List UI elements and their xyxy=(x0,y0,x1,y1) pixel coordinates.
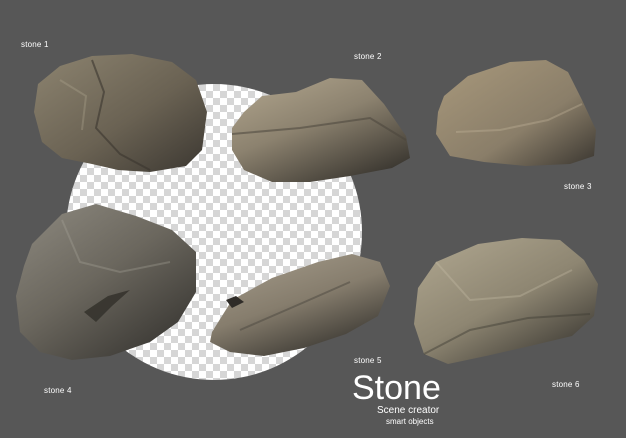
stones-layer xyxy=(16,54,598,364)
stone-3-image xyxy=(436,60,596,166)
stone-5-image xyxy=(210,254,390,356)
stone-2-image xyxy=(231,78,410,182)
stone-2-label: stone 2 xyxy=(354,52,382,61)
stone-1-label: stone 1 xyxy=(21,40,49,49)
stone-1-image xyxy=(34,54,207,172)
stone-4-image xyxy=(16,204,196,360)
brand-subtitle: Scene creator xyxy=(377,405,440,416)
stone-4-label: stone 4 xyxy=(44,386,72,395)
brand-title: Stone xyxy=(352,369,441,407)
product-canvas: stone 1 stone 2 stone 3 stone 4 stone 5 … xyxy=(0,0,626,438)
stone-6-image xyxy=(414,238,598,364)
brand-tagline: smart objects xyxy=(386,417,434,426)
stone-5-label: stone 5 xyxy=(354,356,382,365)
stone-3-label: stone 3 xyxy=(564,182,592,191)
stone-6-label: stone 6 xyxy=(552,380,580,389)
